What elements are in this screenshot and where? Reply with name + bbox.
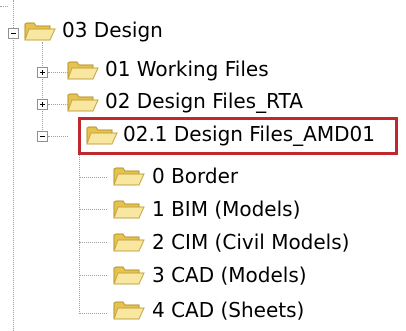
folder-icon	[67, 61, 99, 80]
tree-connector	[79, 177, 107, 178]
tree-connector	[42, 42, 43, 140]
collapse-toggle[interactable]	[8, 28, 19, 39]
tree-node-label: 2 CIM (Civil Models)	[152, 230, 350, 254]
tree-node-label: 02 Design Files_RTA	[105, 89, 303, 113]
tree-node-label: 01 Working Files	[105, 57, 269, 81]
tree-connector	[0, 6, 8, 7]
tree-node-label: 3 CAD (Models)	[152, 263, 307, 287]
tree-connector	[13, 38, 14, 331]
tree-node-label: 02.1 Design Files_AMD01	[123, 122, 375, 146]
tree-node-label: 0 Border	[152, 164, 239, 188]
tree-node-label: 1 BIM (Models)	[152, 197, 301, 221]
collapse-toggle[interactable]	[37, 131, 48, 142]
folder-icon	[113, 301, 145, 320]
tree-connector	[13, 0, 14, 28]
tree-connector	[48, 72, 68, 73]
tree-connector	[48, 136, 68, 137]
tree-connector	[79, 313, 107, 314]
folder-open-icon	[86, 126, 118, 145]
folder-icon	[113, 266, 145, 285]
expand-toggle[interactable]	[37, 99, 48, 110]
folder-icon	[113, 233, 145, 252]
tree-connector	[79, 275, 107, 276]
folder-icon	[113, 167, 145, 186]
folder-open-icon	[24, 22, 56, 41]
tree-connector	[79, 242, 107, 243]
tree-node-label: 03 Design	[62, 18, 163, 42]
tree-node-label: 4 CAD (Sheets)	[152, 298, 305, 322]
tree-connector	[48, 104, 68, 105]
folder-icon	[67, 93, 99, 112]
folder-icon	[113, 200, 145, 219]
expand-toggle[interactable]	[37, 67, 48, 78]
tree-connector	[79, 209, 107, 210]
folder-tree: 03 Design 01 Working Files 02 Design Fil…	[0, 0, 406, 331]
